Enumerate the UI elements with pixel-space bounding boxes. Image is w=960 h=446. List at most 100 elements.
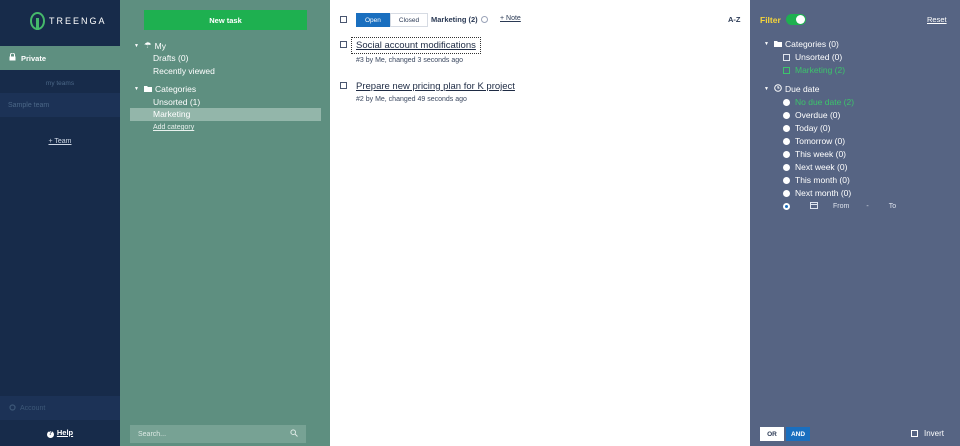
filter-toggle[interactable] — [786, 14, 806, 25]
tree-item-recently-viewed[interactable]: Recently viewed — [153, 66, 215, 76]
option-label: Overdue (0) — [795, 110, 841, 120]
tree-node-my[interactable]: ▼ ☂ My — [134, 40, 166, 51]
option-label: Tomorrow (0) — [795, 136, 846, 146]
help-label: Help — [56, 428, 74, 437]
filter-group-label: Categories (0) — [785, 39, 839, 49]
sort-az-button[interactable]: A-Z — [728, 15, 741, 24]
invert-checkbox[interactable] — [911, 430, 918, 437]
caret-down-icon: ▼ — [764, 41, 769, 47]
help-icon: ? — [46, 431, 54, 438]
due-option-overdue[interactable]: Overdue (0) — [783, 110, 840, 120]
tree-item-marketing[interactable]: Marketing — [130, 108, 321, 121]
search-input[interactable]: Search... — [130, 425, 306, 443]
caret-down-icon: ▼ — [134, 86, 139, 92]
filter-group-label: Due date — [785, 84, 820, 94]
help-link[interactable]: ? Help — [0, 428, 120, 438]
task-list: Open Closed Marketing (2) + Note A-Z Soc… — [330, 0, 750, 446]
lock-icon — [9, 52, 16, 63]
tree-node-label: Categories — [155, 84, 197, 94]
caret-down-icon: ▼ — [764, 86, 769, 92]
radio[interactable] — [783, 176, 790, 184]
add-note-link[interactable]: + Note — [500, 15, 521, 22]
tree-node-categories[interactable]: ▼ Categories — [134, 84, 196, 94]
select-all-checkbox[interactable] — [340, 16, 347, 23]
radio[interactable] — [783, 111, 790, 119]
due-option-this-month[interactable]: This month (0) — [783, 175, 850, 185]
due-option-no-due-date[interactable]: No due date (2) — [783, 97, 854, 107]
radio[interactable] — [783, 137, 790, 145]
add-category-link[interactable]: Add category — [153, 124, 194, 131]
tree-item-unsorted[interactable]: Unsorted (1) — [153, 97, 200, 107]
radio[interactable] — [783, 98, 790, 106]
invert-label: Invert — [924, 429, 945, 438]
invert-option[interactable]: Invert — [911, 429, 944, 438]
nav-item-label: Private — [21, 53, 47, 63]
date-to-input[interactable]: To — [889, 203, 896, 210]
list-title-text: Marketing (2) — [431, 15, 478, 24]
filter-option-unsorted[interactable]: Unsorted (0) — [783, 52, 842, 62]
due-option-next-month[interactable]: Next month (0) — [783, 188, 851, 198]
add-team-link[interactable]: + Team — [0, 138, 120, 145]
due-option-today[interactable]: Today (0) — [783, 123, 830, 133]
filter-title: Filter — [760, 15, 781, 25]
filter-panel: Filter Reset ▼ Categories (0) Unsorted (… — [750, 0, 960, 446]
option-label: Marketing (2) — [795, 65, 846, 75]
list-title: Marketing (2) — [431, 15, 488, 24]
filter-group-due-date[interactable]: ▼ Due date — [764, 84, 820, 94]
info-icon[interactable] — [480, 16, 488, 23]
account-link[interactable]: Account — [0, 396, 120, 420]
main-nav: TREENGA Private my teams Sample team + T… — [0, 0, 120, 446]
date-range-separator: - — [866, 202, 869, 210]
option-label: This month (0) — [795, 175, 850, 185]
task-checkbox[interactable] — [340, 41, 347, 48]
tab-open[interactable]: Open — [356, 13, 390, 27]
or-toggle[interactable]: OR — [760, 427, 784, 441]
task-meta: #3 by Me, changed 3 seconds ago — [356, 57, 464, 64]
reset-link[interactable]: Reset — [927, 15, 947, 24]
task-title[interactable]: Social account modifications — [351, 37, 481, 54]
folder-icon — [144, 84, 152, 94]
clock-icon — [774, 84, 782, 94]
radio[interactable] — [783, 150, 790, 158]
logo[interactable]: TREENGA — [30, 12, 107, 30]
my-teams-heading: my teams — [45, 80, 75, 87]
option-label: Next month (0) — [795, 188, 852, 198]
brand-name: TREENGA — [49, 16, 107, 26]
task-title[interactable]: Prepare new pricing plan for K project — [356, 81, 515, 92]
radio[interactable] — [783, 163, 790, 171]
logo-icon — [30, 12, 45, 30]
search-icon[interactable] — [290, 429, 298, 439]
search-placeholder: Search... — [138, 430, 167, 438]
task-checkbox[interactable] — [340, 82, 347, 89]
tab-closed[interactable]: Closed — [389, 13, 429, 27]
status-tabs: Open Closed — [356, 13, 429, 27]
tree-node-label: My — [154, 40, 166, 51]
and-toggle[interactable]: AND — [786, 427, 810, 441]
new-task-button[interactable]: New task — [144, 10, 307, 30]
caret-down-icon: ▼ — [134, 42, 139, 49]
filter-option-marketing[interactable]: Marketing (2) — [783, 65, 845, 75]
option-label: Today (0) — [795, 123, 831, 133]
checkbox[interactable] — [783, 66, 790, 74]
option-label: No due date (2) — [795, 97, 855, 107]
date-from-input[interactable]: From — [833, 203, 849, 210]
gear-icon — [9, 403, 16, 413]
radio[interactable] — [783, 202, 790, 210]
due-option-tomorrow[interactable]: Tomorrow (0) — [783, 136, 845, 146]
radio[interactable] — [783, 189, 790, 197]
radio[interactable] — [783, 124, 790, 132]
folder-icon — [774, 39, 782, 49]
option-label: Next week (0) — [795, 162, 848, 172]
umbrella-icon: ☂ — [144, 40, 152, 50]
custom-date-range: From - To — [783, 201, 896, 211]
categories-panel: New task ▼ ☂ My Drafts (0) Recently view… — [120, 0, 330, 446]
due-option-next-week[interactable]: Next week (0) — [783, 162, 847, 172]
option-label: Unsorted (0) — [795, 52, 843, 62]
tree-item-drafts[interactable]: Drafts (0) — [153, 53, 188, 63]
due-option-this-week[interactable]: This week (0) — [783, 149, 846, 159]
checkbox[interactable] — [783, 53, 790, 61]
task-meta: #2 by Me, changed 49 seconds ago — [356, 96, 467, 103]
filter-group-categories[interactable]: ▼ Categories (0) — [764, 39, 839, 49]
nav-item-sample-team[interactable]: Sample team — [0, 93, 120, 117]
nav-item-private[interactable]: Private — [0, 46, 120, 70]
